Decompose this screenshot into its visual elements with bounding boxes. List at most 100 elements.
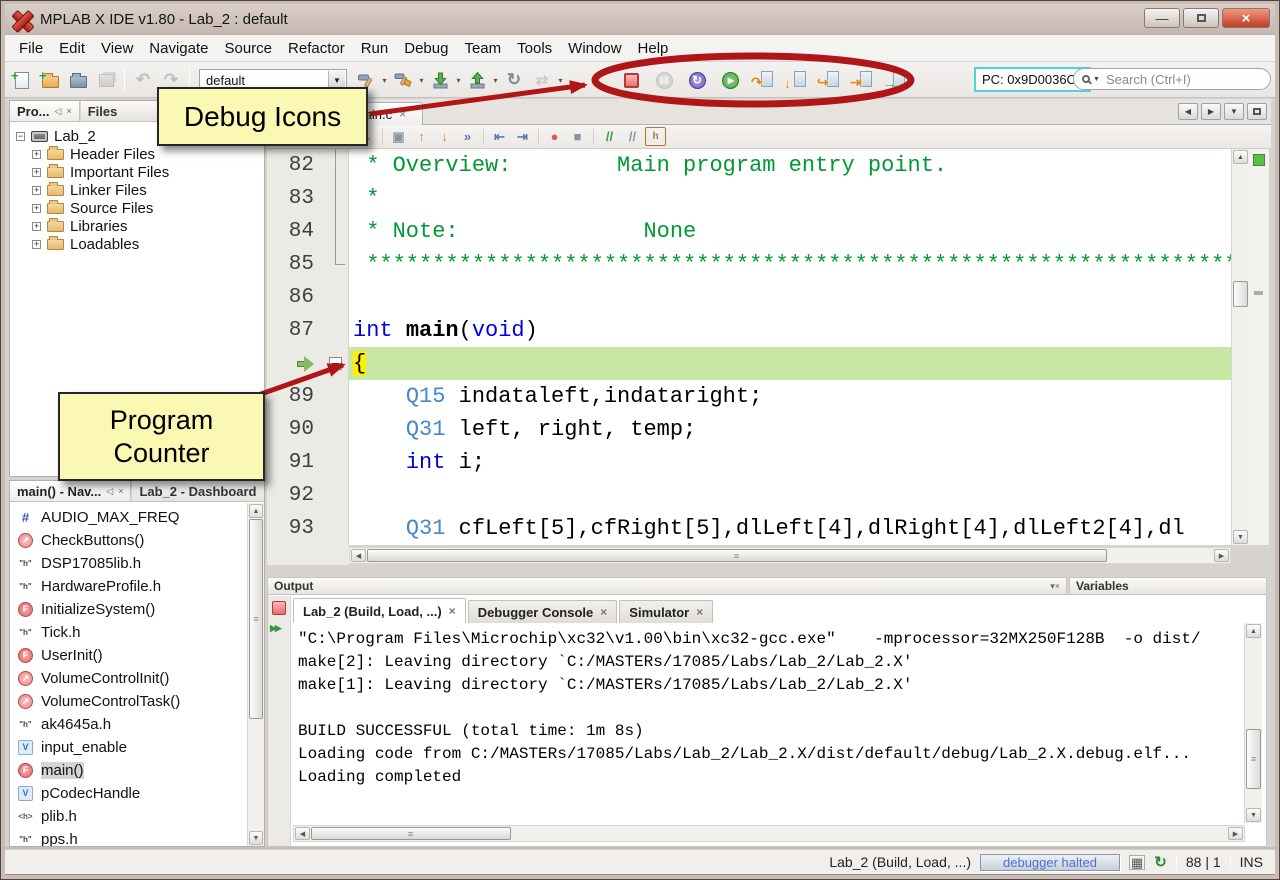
collapse-icon[interactable]: − [16,132,25,141]
collapse-fold-icon[interactable] [329,357,342,370]
navigator-item-tick-h[interactable]: "h"Tick.h [10,621,247,644]
next-occurrence-icon[interactable]: ↓ [434,127,455,146]
menu-view[interactable]: View [93,37,141,60]
tab-list-dropdown-icon[interactable]: ▼ [1224,103,1244,120]
close-tab-icon[interactable]: × [696,606,703,618]
navigator-item-main[interactable]: Fmain() [10,759,247,782]
new-file-button[interactable]: + [9,67,35,93]
close-panel-icon[interactable]: × [118,486,123,496]
maximize-editor-icon[interactable] [1247,103,1267,120]
shift-line-left-icon[interactable]: ⇤ [489,127,510,146]
new-project-button[interactable]: + [37,67,63,93]
next-bookmark-icon[interactable]: » [457,127,478,146]
navigator-item-pcodechandle[interactable]: VpCodecHandle [10,782,247,805]
scroll-down-icon[interactable]: ▼ [249,831,263,845]
tree-item-loadables[interactable]: +Loadables [10,235,264,253]
tab-navigator[interactable]: main() - Nav... ◁ × [10,481,131,501]
navigator-item-pps-h[interactable]: "h"pps.h [10,828,247,846]
stop-build-icon[interactable] [272,601,286,615]
toggle-highlight-search-icon[interactable]: ▣ [388,127,409,146]
set-pc-at-cursor-button[interactable]: ⇥ [849,67,875,93]
output-tab-lab-2-build-load[interactable]: Lab_2 (Build, Load, ...)× [293,598,466,623]
step-into-button[interactable]: ↓ [783,67,809,93]
menu-help[interactable]: Help [630,37,677,60]
expand-icon[interactable]: + [32,204,41,213]
save-all-button[interactable] [93,67,119,93]
clean-and-build-button[interactable] [390,67,416,93]
navigator-item-volumecontrolinit[interactable]: ↗VolumeControlInit() [10,667,247,690]
search-input[interactable] [1104,71,1280,88]
output-tab-debugger-console[interactable]: Debugger Console× [468,600,618,623]
close-tab-icon[interactable]: × [399,108,406,120]
comment-icon[interactable]: // [599,127,620,146]
make-and-program-device-button[interactable] [427,67,453,93]
scroll-up-icon[interactable]: ▲ [1246,624,1261,638]
stop-macro-recording-icon[interactable]: ■ [567,127,588,146]
menu-refactor[interactable]: Refactor [280,37,353,60]
scroll-tabs-right-icon[interactable]: ▶ [1201,103,1221,120]
refresh-status-icon[interactable]: ↻ [1154,855,1167,870]
scroll-right-icon[interactable]: ▶ [1214,549,1229,562]
tab-files[interactable]: Files [80,101,125,121]
expand-icon[interactable]: + [32,150,41,159]
dropdown-arrow-icon[interactable]: ▾ [491,76,500,85]
navigator-item-ak4645a-h[interactable]: "h"ak4645a.h [10,713,247,736]
menu-run[interactable]: Run [353,37,397,60]
scroll-down-icon[interactable]: ▼ [1246,808,1261,822]
restore-button[interactable] [1183,8,1219,28]
menu-navigate[interactable]: Navigate [141,37,216,60]
dropdown-arrow-icon[interactable]: ▾ [556,76,565,85]
scroll-tabs-left-icon[interactable]: ◀ [1178,103,1198,120]
previous-occurrence-icon[interactable]: ↑ [411,127,432,146]
tree-item-libraries[interactable]: +Libraries [10,217,264,235]
expand-icon[interactable]: + [32,222,41,231]
tab-dashboard[interactable]: Lab_2 - Dashboard [131,481,263,501]
editor-vertical-scrollbar[interactable]: ▲ ▼ [1231,149,1249,545]
scroll-left-icon[interactable]: ◀ [351,549,366,562]
scrollbar-thumb[interactable]: ≡ [249,519,263,719]
refresh-debug-tool-button[interactable]: ↻ [501,67,527,93]
focus-cursor-at-pc-button[interactable]: → [882,67,908,93]
navigator-item-audio-max-freq[interactable]: #AUDIO_MAX_FREQ [10,506,247,529]
minimize-panel-icon[interactable]: ◁ [106,486,113,497]
search-dropdown-icon[interactable]: ▼ [1093,76,1100,83]
scrollbar-thumb[interactable]: ≡ [1246,729,1261,789]
code-editor[interactable]: * Overview: Main program entry point. * … [349,149,1231,545]
menu-source[interactable]: Source [216,37,280,60]
read-device-memory-button[interactable] [464,67,490,93]
navigator-item-checkbuttons[interactable]: ↗CheckButtons() [10,529,247,552]
tree-item-header-files[interactable]: +Header Files [10,145,264,163]
close-panel-icon[interactable]: × [1055,581,1060,591]
undo-button[interactable]: ↶ [130,67,156,93]
close-button[interactable]: × [1222,8,1270,28]
expand-icon[interactable]: + [32,240,41,249]
toggle-header-source-icon[interactable]: h [645,127,666,146]
run-to-cursor-button[interactable]: ↪ [816,67,842,93]
menu-tools[interactable]: Tools [509,37,560,60]
tab-projects[interactable]: Pro... ◁ × [10,101,80,121]
menu-window[interactable]: Window [560,37,629,60]
navigator-item-input-enable[interactable]: Vinput_enable [10,736,247,759]
step-over-button[interactable]: ↷ [750,67,776,93]
menu-edit[interactable]: Edit [51,37,93,60]
minimize-panel-icon[interactable]: ◁ [55,106,62,117]
menu-file[interactable]: File [11,37,51,60]
navigator-item-initializesystem[interactable]: FInitializeSystem() [10,598,247,621]
scroll-down-icon[interactable]: ▼ [1233,530,1248,544]
scrollbar-thumb[interactable] [1233,281,1248,307]
tree-item-important-files[interactable]: +Important Files [10,163,264,181]
close-tab-icon[interactable]: × [449,605,456,617]
rerun-icon[interactable]: ▶▶ [270,623,280,634]
minimize-button[interactable]: — [1144,8,1180,28]
scrollbar-thumb[interactable]: ≡ [367,549,1107,562]
navigator-item-hardwareprofile-h[interactable]: "h"HardwareProfile.h [10,575,247,598]
scroll-right-icon[interactable]: ▶ [1228,827,1243,840]
output-horizontal-scrollbar[interactable]: ◀ ≡ ▶ [293,825,1245,842]
scroll-up-icon[interactable]: ▲ [249,504,263,518]
output-tab-simulator[interactable]: Simulator× [619,600,713,623]
uncomment-icon[interactable]: // [622,127,643,146]
toggle-breakpoint-icon[interactable]: ● [544,127,565,146]
dropdown-arrow-icon[interactable]: ▾ [454,76,463,85]
menu-team[interactable]: Team [456,37,509,60]
navigator-item-userinit[interactable]: FUserInit() [10,644,247,667]
